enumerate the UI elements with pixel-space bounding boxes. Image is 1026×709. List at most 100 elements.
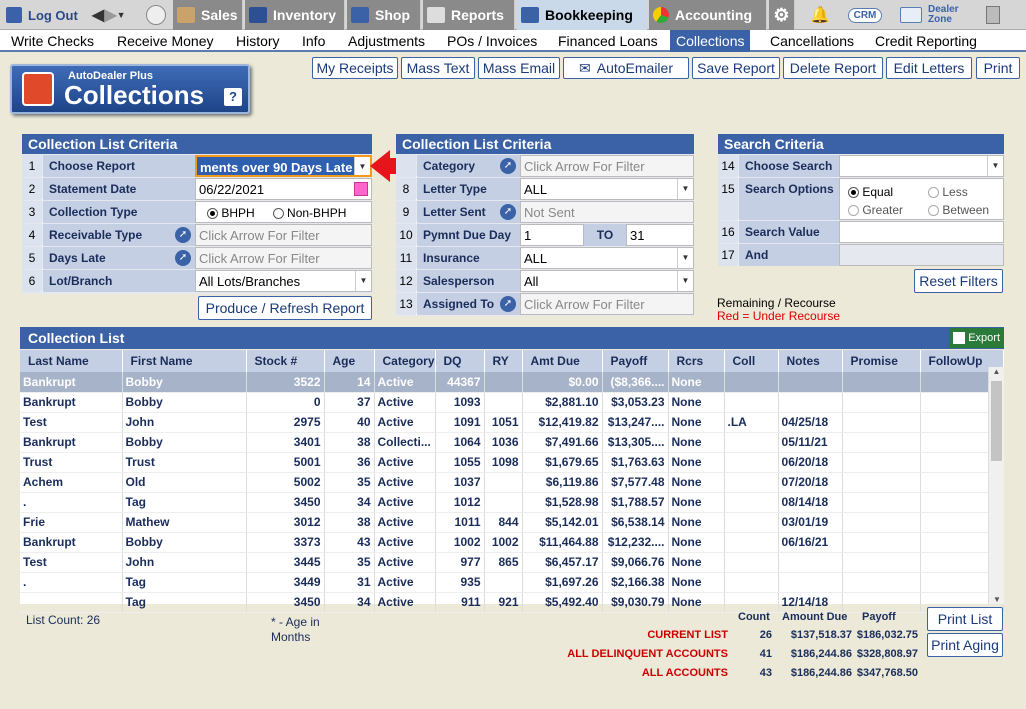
category-filter[interactable]: Click Arrow For Filter	[520, 155, 694, 177]
chevron-down-icon[interactable]: ▼	[355, 271, 371, 291]
less-radio[interactable]	[928, 187, 939, 199]
menu-receive-money[interactable]: Receive Money	[117, 30, 214, 52]
column-header[interactable]: RY	[484, 350, 523, 372]
tab-reports[interactable]: Reports	[423, 0, 515, 30]
letter-type-select[interactable]: ALL ▼	[520, 178, 694, 200]
scroll-up-icon[interactable]: ▲	[989, 367, 1004, 376]
chevron-down-icon[interactable]: ▼	[117, 10, 126, 20]
logout-link[interactable]: Log Out	[6, 0, 90, 30]
tab-accounting[interactable]: Accounting	[649, 0, 767, 30]
my-receipts-button[interactable]: My Receipts	[312, 57, 398, 79]
greater-option[interactable]: Greater	[848, 201, 903, 219]
non-bhph-radio[interactable]	[272, 208, 284, 220]
column-header[interactable]: Stock #	[246, 350, 325, 372]
days-late-filter[interactable]: Click Arrow For Filter	[195, 247, 372, 269]
tab-sales[interactable]: Sales	[173, 0, 243, 30]
chevron-down-icon[interactable]: ▼	[354, 157, 370, 175]
statement-date-field[interactable]: 06/22/2021	[195, 178, 372, 200]
receivable-type-filter[interactable]: Click Arrow For Filter	[195, 224, 372, 246]
print-list-button[interactable]: Print List	[927, 607, 1003, 631]
tab-bookkeeping[interactable]: Bookkeeping	[517, 0, 647, 30]
table-row[interactable]: Bankrupt Bobby 3401 38 Collecti... 1064 1036 $7…	[20, 432, 1004, 453]
due-day-from-input[interactable]: 1	[520, 224, 584, 246]
menu-credit-reporting[interactable]: Credit Reporting	[875, 30, 977, 52]
table-row[interactable]: Frie Mathew 3012 38 Active 1011 844 $5,142.01 $6…	[20, 512, 1004, 533]
table-row[interactable]: Tag 3450 34 Active 911 921 $5,492.40 $9,030.79 N…	[20, 592, 1004, 613]
table-row[interactable]: Test John 3445 35 Active 977 865 $6,457.17 $9,06…	[20, 552, 1004, 573]
scroll-down-icon[interactable]: ▼	[989, 595, 1005, 604]
back-arrow-icon[interactable]: ◀	[92, 5, 104, 25]
save-report-button[interactable]: Save Report	[692, 57, 780, 79]
search-value-input[interactable]	[839, 221, 1004, 243]
insurance-select[interactable]: ALL ▼	[520, 247, 694, 269]
chevron-down-icon[interactable]: ▼	[677, 179, 693, 199]
chevron-down-icon[interactable]: ▼	[677, 248, 693, 268]
equal-radio[interactable]	[848, 187, 859, 199]
filter-arrow-icon[interactable]: ➚	[175, 227, 191, 243]
menu-history[interactable]: History	[236, 30, 280, 52]
reset-filters-button[interactable]: Reset Filters	[914, 269, 1003, 293]
tab-inventory[interactable]: Inventory	[245, 0, 345, 30]
vertical-scrollbar[interactable]: ▲ ▼	[988, 367, 1004, 604]
table-row[interactable]: Achem Old 5002 35 Active 1037 $6,119.86 $7,577.…	[20, 472, 1004, 493]
table-row[interactable]: . Tag 3450 34 Active 1012 $1,528.98 $1,788.57 No…	[20, 492, 1004, 513]
chevron-down-icon[interactable]: ▼	[987, 156, 1003, 176]
table-row[interactable]: Bankrupt Bobby 3373 43 Active 1002 1002 $11,464…	[20, 532, 1004, 553]
between-radio[interactable]	[928, 205, 939, 217]
column-header[interactable]: Last Name	[20, 350, 123, 372]
column-header[interactable]: DQ	[435, 350, 485, 372]
column-header[interactable]: Notes	[778, 350, 843, 372]
assigned-to-filter[interactable]: Click Arrow For Filter	[520, 293, 694, 315]
print-button[interactable]: Print	[976, 57, 1020, 79]
table-row[interactable]: . Tag 3449 31 Active 935 $1,697.26 $2,166.38 Non…	[20, 572, 1004, 593]
forward-arrow-icon[interactable]: ▶	[104, 5, 116, 25]
column-header[interactable]: Age	[324, 350, 375, 372]
filter-arrow-icon[interactable]: ➚	[500, 158, 516, 174]
tab-shop[interactable]: Shop	[347, 0, 421, 30]
mass-text-button[interactable]: Mass Text	[401, 57, 475, 79]
produce-refresh-button[interactable]: Produce / Refresh Report	[198, 296, 372, 320]
user-icon[interactable]	[146, 0, 170, 30]
letter-sent-filter[interactable]: Not Sent	[520, 201, 694, 223]
and-value-input[interactable]	[839, 244, 1004, 266]
autoemailer-button[interactable]: ✉ AutoEmailer	[563, 57, 689, 79]
choose-search-select[interactable]: ▼	[839, 155, 1004, 177]
calculator-icon[interactable]	[986, 0, 1004, 30]
crm-button[interactable]: CRM	[846, 0, 884, 30]
menu-info[interactable]: Info	[302, 30, 325, 52]
filter-arrow-icon[interactable]: ➚	[500, 296, 516, 312]
column-header[interactable]: Payoff	[602, 350, 669, 372]
dealer-zone-button[interactable]: Dealer Zone	[900, 0, 972, 30]
equal-option[interactable]: Equal	[848, 183, 893, 201]
export-button[interactable]: Export	[949, 328, 1004, 348]
filter-arrow-icon[interactable]: ➚	[175, 250, 191, 266]
scrollbar-thumb[interactable]	[991, 381, 1002, 461]
column-header[interactable]: Promise	[842, 350, 921, 372]
chevron-down-icon[interactable]: ▼	[677, 271, 693, 291]
calendar-icon[interactable]	[354, 182, 368, 196]
column-header[interactable]: First Name	[122, 350, 247, 372]
greater-radio[interactable]	[848, 205, 859, 217]
table-row[interactable]: Test John 2975 40 Active 1091 1051 $12,419.82 $1…	[20, 412, 1004, 433]
lot-branch-select[interactable]: All Lots/Branches ▼	[195, 270, 372, 292]
menu-adjustments[interactable]: Adjustments	[348, 30, 425, 52]
mass-email-button[interactable]: Mass Email	[478, 57, 560, 79]
column-header[interactable]: Category	[374, 350, 436, 372]
salesperson-select[interactable]: All ▼	[520, 270, 694, 292]
bhph-radio[interactable]	[207, 208, 218, 220]
between-option[interactable]: Between	[928, 201, 989, 219]
less-option[interactable]: Less	[928, 183, 968, 201]
column-header[interactable]: Rcrs	[668, 350, 725, 372]
menu-cancellations[interactable]: Cancellations	[770, 30, 854, 52]
table-row[interactable]: Bankrupt Bobby 3522 14 Active 44367 $0.00 ($8,3…	[20, 372, 1004, 393]
delete-report-button[interactable]: Delete Report	[783, 57, 883, 79]
menu-financed-loans[interactable]: Financed Loans	[558, 30, 658, 52]
table-row[interactable]: Trust Trust 5001 36 Active 1055 1098 $1,679.65 $…	[20, 452, 1004, 473]
bell-icon[interactable]: 🔔	[810, 0, 832, 30]
help-icon[interactable]: ?	[224, 88, 242, 106]
edit-letters-button[interactable]: Edit Letters	[886, 57, 972, 79]
menu-pos-invoices[interactable]: POs / Invoices	[447, 30, 537, 52]
filter-arrow-icon[interactable]: ➚	[500, 204, 516, 220]
table-row[interactable]: Bankrupt Bobby 0 37 Active 1093 $2,881.10 $3,05…	[20, 392, 1004, 413]
gear-icon[interactable]: ⚙	[769, 0, 795, 30]
